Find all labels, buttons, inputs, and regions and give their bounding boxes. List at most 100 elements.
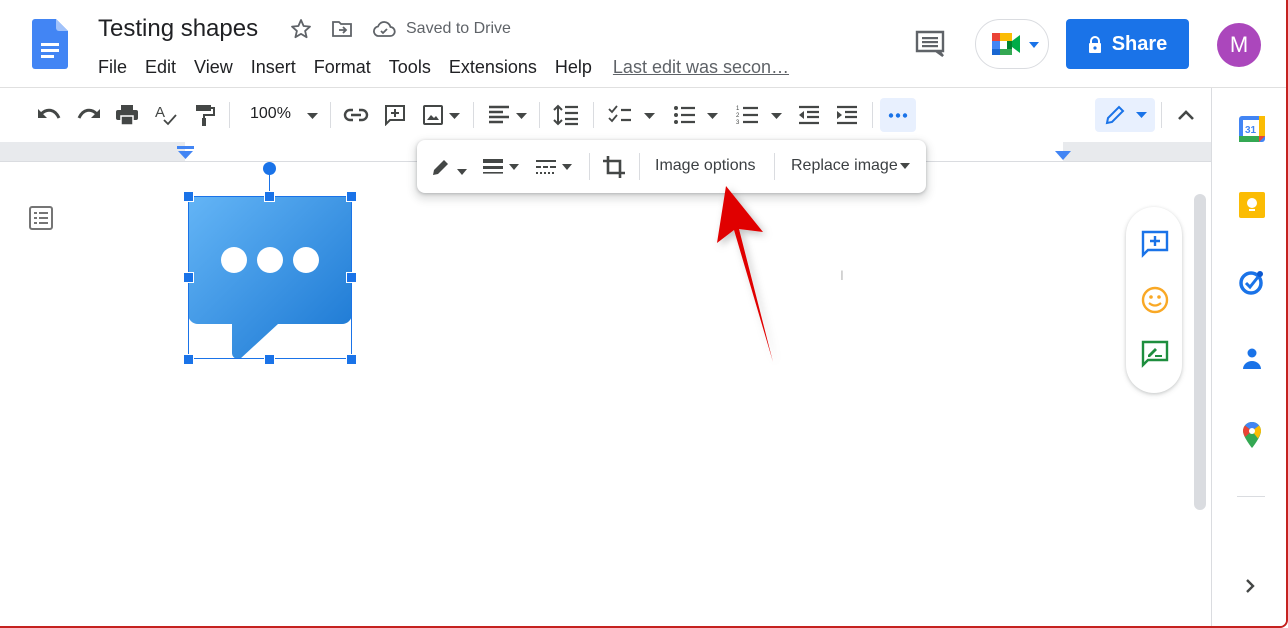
image-selection-box [188, 196, 352, 359]
print-button[interactable] [112, 100, 142, 130]
star-icon[interactable] [289, 17, 313, 41]
undo-icon [38, 108, 61, 119]
lock-icon [1088, 35, 1101, 53]
crop-button[interactable] [603, 153, 625, 181]
image-dropdown-icon[interactable] [449, 113, 460, 119]
left-indent-marker[interactable] [177, 146, 194, 160]
toolbar-divider [593, 102, 594, 128]
print-icon [116, 105, 138, 126]
floating-actions [1126, 207, 1182, 393]
menu-edit[interactable]: Edit [136, 55, 185, 79]
keep-app-button[interactable] [1238, 191, 1266, 219]
border-dash-button[interactable] [536, 153, 572, 181]
add-comment-button[interactable] [1140, 229, 1170, 259]
chevron-up-icon[interactable] [1177, 109, 1195, 121]
suggest-edits-button[interactable] [1140, 339, 1170, 369]
svg-text:2: 2 [736, 113, 740, 119]
last-edit-link[interactable]: Last edit was secon… [613, 55, 789, 79]
menu-view[interactable]: View [185, 55, 242, 79]
bulleted-list-button[interactable] [670, 100, 698, 130]
document-outline-icon[interactable] [28, 205, 54, 231]
redo-button[interactable] [74, 100, 104, 130]
menu-help[interactable]: Help [546, 55, 601, 79]
maps-app-button[interactable] [1238, 421, 1266, 449]
menu-insert[interactable]: Insert [242, 55, 305, 79]
editing-mode-button[interactable] [1095, 98, 1155, 132]
resize-handle-left[interactable] [183, 272, 194, 283]
pencil-icon [433, 160, 448, 175]
menu-bar: File Edit View Insert Format Tools Exten… [89, 55, 789, 79]
share-button[interactable]: Share [1066, 19, 1189, 69]
menu-extensions[interactable]: Extensions [440, 55, 546, 79]
side-panel-divider [1237, 496, 1265, 497]
svg-text:1: 1 [736, 106, 740, 112]
increase-indent-button[interactable] [833, 100, 861, 130]
add-emoji-reaction-button[interactable] [1140, 285, 1170, 315]
meet-button[interactable] [975, 19, 1049, 69]
document-title[interactable]: Testing shapes [98, 15, 258, 43]
checklist-dropdown-icon[interactable] [644, 113, 655, 119]
image-options-button[interactable]: Image options [655, 157, 756, 175]
pencil-icon [1105, 105, 1124, 125]
numbered-list-button[interactable]: 123 [733, 100, 761, 130]
line-spacing-button[interactable] [551, 100, 581, 130]
link-icon [343, 108, 369, 122]
editing-mode-dropdown-icon [1135, 112, 1147, 118]
resize-handle-right[interactable] [346, 272, 357, 283]
undo-button[interactable] [34, 100, 64, 130]
right-indent-marker[interactable] [1055, 151, 1071, 160]
vertical-scrollbar[interactable] [1194, 194, 1206, 510]
more-horizontal-icon [888, 112, 908, 118]
align-button[interactable] [486, 100, 512, 130]
cloud-saved-icon [373, 21, 396, 37]
zoom-dropdown-icon[interactable] [307, 113, 318, 119]
image-context-toolbar: Image options Replace image [417, 140, 926, 193]
add-comment-icon [1141, 230, 1169, 258]
border-color-button[interactable] [431, 153, 467, 181]
resize-handle-top-right[interactable] [346, 191, 357, 202]
insert-link-button[interactable] [341, 100, 371, 130]
emoji-icon [1141, 286, 1169, 314]
menu-format[interactable]: Format [305, 55, 380, 79]
calendar-app-button[interactable]: 31 [1238, 115, 1266, 143]
document-canvas[interactable] [0, 162, 1211, 626]
google-tasks-icon [1239, 271, 1263, 295]
chevron-right-icon[interactable] [1244, 578, 1256, 594]
resize-handle-top-left[interactable] [183, 191, 194, 202]
redo-icon [77, 108, 100, 119]
insert-image-button[interactable] [418, 100, 448, 130]
more-tools-button[interactable] [880, 98, 916, 132]
toolbar-divider [539, 102, 540, 128]
checklist-button[interactable] [606, 100, 634, 130]
spellcheck-button[interactable]: A [151, 100, 181, 130]
decrease-indent-button[interactable] [795, 100, 823, 130]
share-label: Share [1111, 32, 1168, 55]
resize-handle-top[interactable] [264, 191, 275, 202]
insert-comment-button[interactable] [380, 100, 410, 130]
resize-handle-bottom-right[interactable] [346, 354, 357, 365]
account-avatar[interactable]: M [1217, 23, 1261, 67]
border-dash-dropdown-icon [562, 164, 572, 170]
move-to-folder-icon[interactable] [331, 19, 353, 39]
align-dropdown-icon[interactable] [516, 113, 527, 119]
resize-handle-bottom-left[interactable] [183, 354, 194, 365]
menu-tools[interactable]: Tools [380, 55, 440, 79]
tasks-app-button[interactable] [1238, 268, 1266, 296]
suggest-edit-icon [1141, 340, 1169, 368]
resize-handle-bottom[interactable] [264, 354, 275, 365]
replace-image-button[interactable]: Replace image [791, 157, 910, 175]
docs-logo-icon[interactable] [32, 19, 68, 69]
spellcheck-icon: A [155, 104, 177, 126]
bulleted-list-dropdown-icon[interactable] [707, 113, 718, 119]
main-toolbar: A 100% 1 2 3 [0, 88, 1211, 142]
border-weight-button[interactable] [483, 153, 519, 181]
toolbar-divider [639, 153, 640, 180]
rotate-handle[interactable] [263, 162, 276, 175]
menu-file[interactable]: File [89, 55, 136, 79]
replace-image-dropdown-icon [899, 163, 910, 169]
comment-history-icon[interactable] [914, 29, 946, 59]
zoom-select[interactable]: 100% [250, 105, 291, 123]
paint-format-button[interactable] [190, 100, 220, 130]
numbered-list-dropdown-icon[interactable] [771, 113, 782, 119]
contacts-app-button[interactable] [1238, 344, 1266, 372]
